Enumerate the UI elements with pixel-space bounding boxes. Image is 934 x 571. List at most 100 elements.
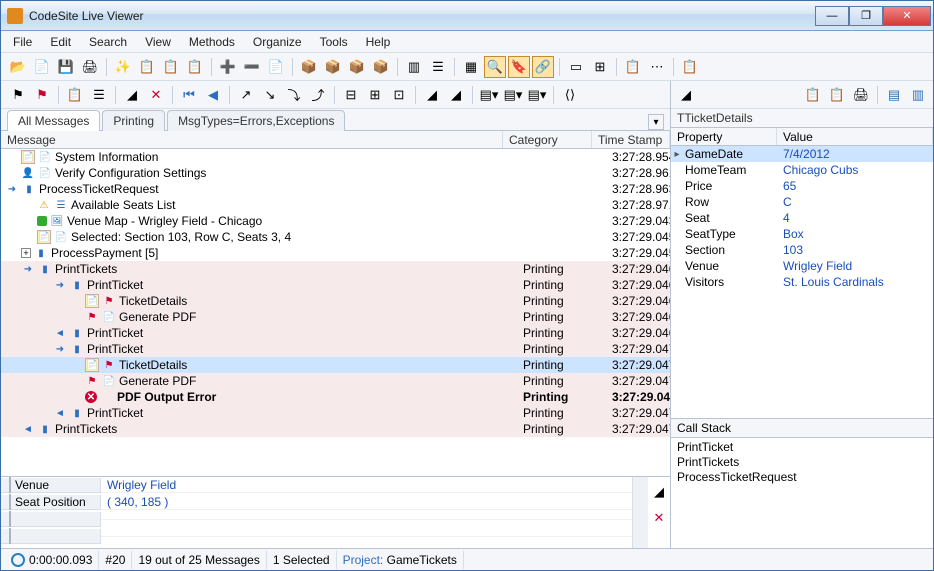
delete-icon[interactable]: ✕ bbox=[145, 84, 167, 106]
nav-prev-icon[interactable]: ◀ bbox=[202, 84, 224, 106]
filter-icon[interactable]: ▤▾ bbox=[502, 84, 524, 106]
tool-icon[interactable]: 📄 bbox=[265, 56, 287, 78]
tree-icon[interactable]: ⊡ bbox=[388, 84, 410, 106]
tab-printing[interactable]: Printing bbox=[102, 110, 165, 131]
tool-icon[interactable]: 📋 bbox=[160, 56, 182, 78]
message-row[interactable]: ➜▮ProcessTicketRequest3:27:28.963 bbox=[1, 181, 670, 197]
col-property[interactable]: Property bbox=[671, 128, 777, 145]
copy-icon[interactable]: 📋 bbox=[64, 84, 86, 106]
watch-row[interactable]: VenueWrigley Field bbox=[1, 477, 632, 494]
callstack-item[interactable]: PrintTicket bbox=[677, 440, 927, 455]
panel-icon[interactable]: ▭ bbox=[565, 56, 587, 78]
detail-row[interactable]: HomeTeamChicago Cubs bbox=[671, 162, 933, 178]
message-row[interactable]: ⚑📄Generate PDFPrinting3:27:29.046 bbox=[1, 309, 670, 325]
filter-icon[interactable]: ▤▾ bbox=[478, 84, 500, 106]
step-out-icon[interactable]: ↗ bbox=[235, 84, 257, 106]
list-icon[interactable]: ☰ bbox=[427, 56, 449, 78]
copy-icon[interactable]: 📋 bbox=[826, 84, 848, 106]
tool-icon[interactable]: 📋 bbox=[136, 56, 158, 78]
panel-icon[interactable]: ⊞ bbox=[589, 56, 611, 78]
search-icon[interactable]: 🔍 bbox=[484, 56, 506, 78]
detail-row[interactable]: Seat4 bbox=[671, 210, 933, 226]
step-icon[interactable]: ⤴ bbox=[307, 84, 329, 106]
step-icon[interactable]: ⤵ bbox=[283, 84, 305, 106]
tab-all-messages[interactable]: All Messages bbox=[7, 110, 100, 131]
eraser-icon[interactable]: ◢ bbox=[121, 84, 143, 106]
callstack-item[interactable]: ProcessTicketRequest bbox=[677, 470, 927, 485]
columns-icon[interactable]: ▥ bbox=[403, 56, 425, 78]
tab-msgtypes[interactable]: MsgTypes=Errors,Exceptions bbox=[167, 110, 345, 131]
bookmark-icon[interactable]: 🔖 bbox=[508, 56, 530, 78]
message-row[interactable]: 📄📄Selected: Section 103, Row C, Seats 3,… bbox=[1, 229, 670, 245]
tool-icon[interactable]: 📋 bbox=[679, 56, 701, 78]
add-icon[interactable]: 📄 bbox=[31, 56, 53, 78]
message-row[interactable]: +▮ProcessPayment [5]3:27:29.045 bbox=[1, 245, 670, 261]
menu-file[interactable]: File bbox=[5, 33, 40, 51]
minimize-button[interactable]: — bbox=[815, 6, 849, 26]
message-row[interactable]: ➜▮PrintTicketPrinting3:27:29.046 bbox=[1, 277, 670, 293]
watch-scrollbar[interactable] bbox=[632, 477, 648, 548]
flag-red-icon[interactable]: ⚑ bbox=[31, 84, 53, 106]
message-row[interactable]: 👤📄Verify Configuration Settings3:27:28.9… bbox=[1, 165, 670, 181]
detail-row[interactable]: VenueWrigley Field bbox=[671, 258, 933, 274]
detail-row[interactable]: Price65 bbox=[671, 178, 933, 194]
tool-icon[interactable]: 📦 bbox=[322, 56, 344, 78]
tree-icon[interactable]: ⊞ bbox=[364, 84, 386, 106]
message-list[interactable]: 📄📄System Information3:27:28.954👤📄Verify … bbox=[1, 149, 670, 476]
message-row[interactable]: ✕PDF Output ErrorPrinting3:27:29.047 bbox=[1, 389, 670, 405]
tab-dropdown[interactable]: ▾ bbox=[648, 114, 664, 130]
col-value[interactable]: Value bbox=[777, 128, 933, 145]
detail-row[interactable]: ▸GameDate7/4/2012 bbox=[671, 146, 933, 162]
tool-icon[interactable]: 📦 bbox=[298, 56, 320, 78]
detail-row[interactable]: Section103 bbox=[671, 242, 933, 258]
tool-icon[interactable]: 📋 bbox=[184, 56, 206, 78]
menu-search[interactable]: Search bbox=[81, 33, 135, 51]
menu-methods[interactable]: Methods bbox=[181, 33, 243, 51]
message-row[interactable]: ◄▮PrintTicketsPrinting3:27:29.047 bbox=[1, 421, 670, 437]
filter-icon[interactable]: ▤▾ bbox=[526, 84, 548, 106]
tool-icon[interactable]: ➕ bbox=[217, 56, 239, 78]
save-icon[interactable]: 💾 bbox=[55, 56, 77, 78]
step-in-icon[interactable]: ↘ bbox=[259, 84, 281, 106]
grid-icon[interactable]: ▦ bbox=[460, 56, 482, 78]
message-row[interactable]: ⚑📄Generate PDFPrinting3:27:29.047 bbox=[1, 373, 670, 389]
code-icon[interactable]: ⟨⟩ bbox=[559, 84, 581, 106]
panel-icon[interactable]: ▤ bbox=[883, 84, 905, 106]
message-row[interactable]: ◄▮PrintTicketPrinting3:27:29.047 bbox=[1, 405, 670, 421]
eraser-icon[interactable]: ◢ bbox=[445, 84, 467, 106]
col-message[interactable]: Message bbox=[1, 131, 503, 148]
watch-row[interactable] bbox=[1, 528, 632, 545]
tool-icon[interactable]: ✨ bbox=[112, 56, 134, 78]
tool-icon[interactable]: ➖ bbox=[241, 56, 263, 78]
flag-white-icon[interactable]: ⚑ bbox=[7, 84, 29, 106]
message-row[interactable]: 📄⚑TicketDetailsPrinting3:27:29.046 bbox=[1, 293, 670, 309]
nav-first-icon[interactable]: ⏮ bbox=[178, 84, 200, 106]
message-row[interactable]: 📄📄System Information3:27:28.954 bbox=[1, 149, 670, 165]
tool-icon[interactable]: 📦 bbox=[370, 56, 392, 78]
message-row[interactable]: ➜▮PrintTicketPrinting3:27:29.047 bbox=[1, 341, 670, 357]
detail-row[interactable]: SeatTypeBox bbox=[671, 226, 933, 242]
delete-icon[interactable]: ✕ bbox=[648, 507, 670, 529]
message-row[interactable]: ➜▮PrintTicketsPrinting3:27:29.046 bbox=[1, 261, 670, 277]
col-category[interactable]: Category bbox=[503, 131, 592, 148]
menu-tools[interactable]: Tools bbox=[312, 33, 356, 51]
col-timestamp[interactable]: Time Stamp bbox=[592, 131, 670, 148]
message-row[interactable] bbox=[1, 437, 670, 453]
watch-row[interactable] bbox=[1, 511, 632, 528]
details-body[interactable]: ▸GameDate7/4/2012HomeTeamChicago CubsPri… bbox=[671, 146, 933, 418]
maximize-button[interactable]: ❐ bbox=[849, 6, 883, 26]
print-icon[interactable]: 🖨 bbox=[850, 84, 872, 106]
link-icon[interactable]: 🔗 bbox=[532, 56, 554, 78]
message-row[interactable]: 📄⚑TicketDetailsPrinting3:27:29.047 bbox=[1, 357, 670, 373]
eraser-icon[interactable]: ◢ bbox=[421, 84, 443, 106]
detail-row[interactable]: RowC bbox=[671, 194, 933, 210]
menu-view[interactable]: View bbox=[137, 33, 179, 51]
tree-icon[interactable]: ⊟ bbox=[340, 84, 362, 106]
tool-icon[interactable]: 📦 bbox=[346, 56, 368, 78]
panel-icon[interactable]: ▥ bbox=[907, 84, 929, 106]
detail-row[interactable]: VisitorsSt. Louis Cardinals bbox=[671, 274, 933, 290]
tool-icon[interactable]: ⋯ bbox=[646, 56, 668, 78]
close-button[interactable]: ✕ bbox=[883, 6, 931, 26]
copy-icon[interactable]: 📋 bbox=[802, 84, 824, 106]
callstack-item[interactable]: PrintTickets bbox=[677, 455, 927, 470]
